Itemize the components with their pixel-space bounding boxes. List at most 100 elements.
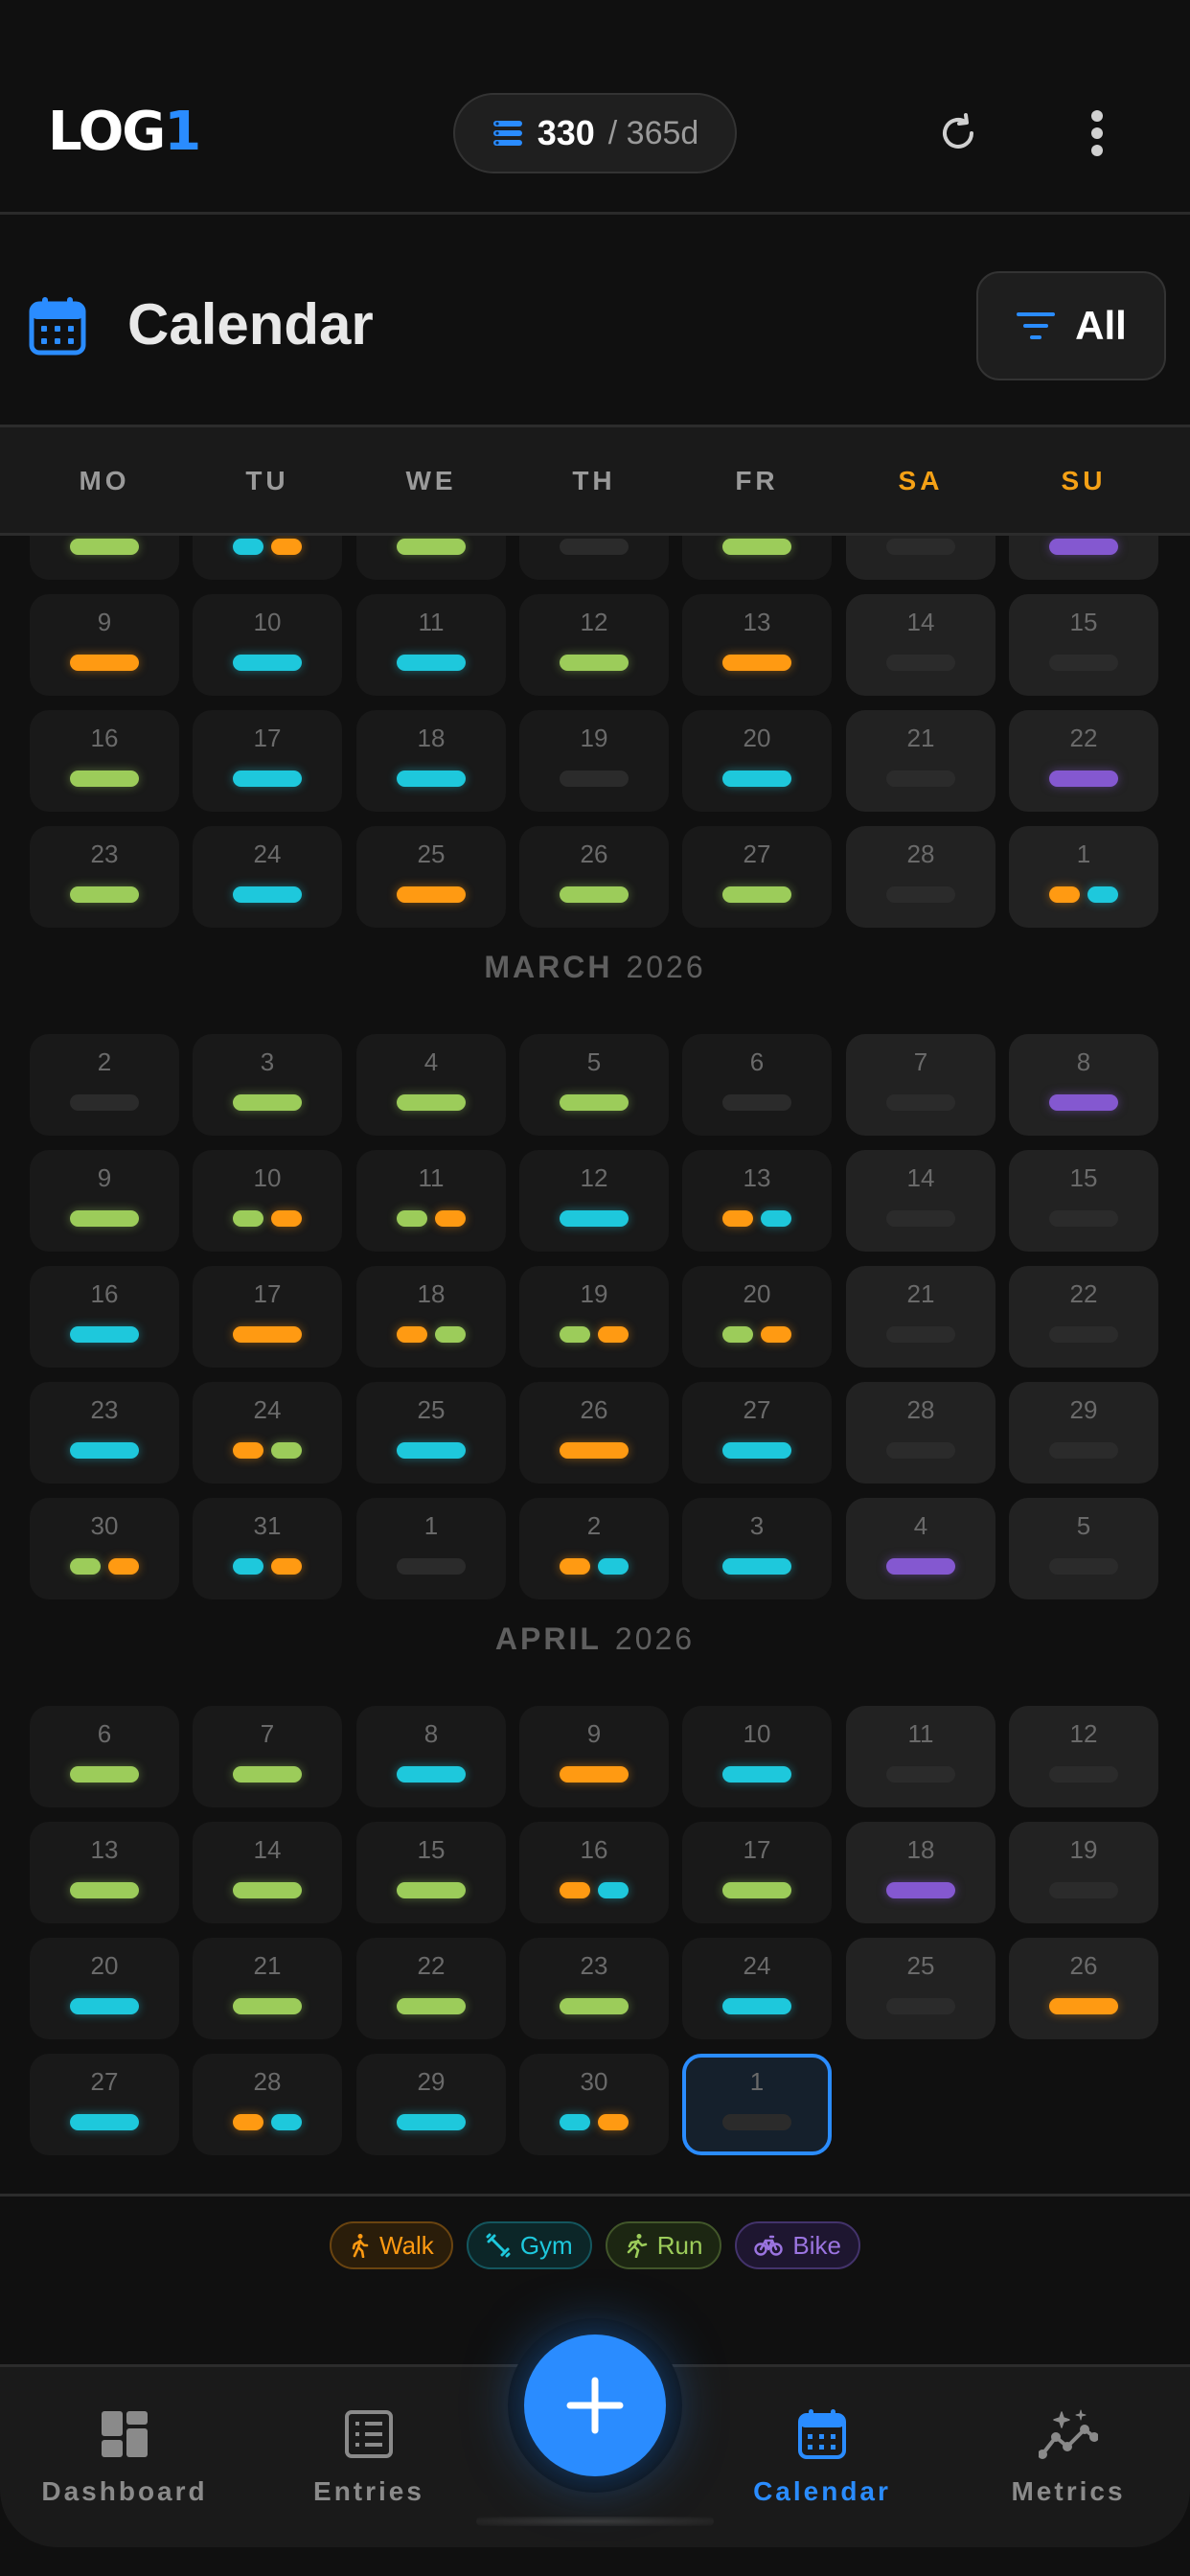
legend-chip-gym[interactable]: Gym [466,2221,592,2269]
add-entry-button[interactable] [524,2334,666,2476]
day-cell[interactable]: 10 [193,594,342,696]
day-cell[interactable]: 13 [30,1822,179,1923]
day-cell[interactable]: 12 [519,594,669,696]
day-cell[interactable]: 23 [30,1382,179,1484]
day-cell[interactable]: 8 [1009,1034,1158,1136]
day-cell[interactable]: 18 [846,1822,995,1923]
more-menu-icon[interactable] [1064,100,1131,167]
day-cell[interactable]: 10 [193,1150,342,1252]
day-cell[interactable]: 19 [519,1266,669,1368]
day-cell[interactable] [1009,536,1158,580]
day-cell[interactable]: 17 [193,1266,342,1368]
day-cell[interactable]: 26 [519,1382,669,1484]
day-cell[interactable]: 27 [30,2054,179,2155]
day-cell[interactable]: 18 [356,710,506,812]
day-cell[interactable]: 21 [193,1938,342,2039]
day-cell[interactable]: 17 [682,1822,832,1923]
day-cell[interactable]: 14 [193,1822,342,1923]
nav-metrics[interactable]: Metrics [953,2405,1183,2507]
day-cell[interactable]: 16 [519,1822,669,1923]
day-cell[interactable]: 8 [356,1706,506,1807]
day-cell[interactable]: 30 [30,1498,179,1599]
refresh-icon[interactable] [925,100,992,167]
day-cell[interactable]: 22 [1009,710,1158,812]
nav-calendar[interactable]: Calendar [707,2405,937,2507]
day-cell[interactable]: 9 [30,1150,179,1252]
day-cell[interactable]: 1 [356,1498,506,1599]
day-cell[interactable]: 9 [519,1706,669,1807]
day-cell[interactable]: 25 [356,826,506,928]
day-cell[interactable]: 24 [193,826,342,928]
day-cell[interactable]: 6 [682,1034,832,1136]
day-cell[interactable]: 13 [682,594,832,696]
day-cell[interactable]: 25 [846,1938,995,2039]
day-cell[interactable]: 21 [846,710,995,812]
day-cell[interactable]: 19 [519,710,669,812]
day-cell[interactable]: 6 [30,1706,179,1807]
day-cell[interactable]: 3 [682,1498,832,1599]
day-cell[interactable]: 30 [519,2054,669,2155]
day-cell[interactable]: 26 [1009,1938,1158,2039]
day-cell[interactable]: 5 [519,1034,669,1136]
day-cell[interactable]: 13 [682,1150,832,1252]
day-cell[interactable]: 27 [682,826,832,928]
day-cell[interactable]: 4 [356,1034,506,1136]
day-cell[interactable]: 4 [846,1498,995,1599]
day-cell[interactable]: 20 [682,710,832,812]
day-cell[interactable]: 28 [846,1382,995,1484]
day-cell[interactable]: 31 [193,1498,342,1599]
day-cell[interactable]: 12 [519,1150,669,1252]
filter-button[interactable]: All [976,271,1166,380]
day-cell[interactable] [356,536,506,580]
day-cell[interactable]: 16 [30,710,179,812]
day-cell[interactable]: 22 [356,1938,506,2039]
day-cell[interactable]: 19 [1009,1822,1158,1923]
day-cell[interactable] [193,536,342,580]
day-cell[interactable]: 11 [356,594,506,696]
day-cell[interactable]: 28 [846,826,995,928]
day-cell[interactable]: 26 [519,826,669,928]
day-cell[interactable]: 18 [356,1266,506,1368]
day-cell[interactable]: 27 [682,1382,832,1484]
day-cell[interactable]: 7 [846,1034,995,1136]
nav-entries[interactable]: Entries [254,2405,484,2507]
day-cell[interactable]: 5 [1009,1498,1158,1599]
day-cell[interactable]: 24 [193,1382,342,1484]
legend-chip-run[interactable]: Run [605,2221,722,2269]
day-cell[interactable] [682,536,832,580]
nav-dashboard[interactable]: Dashboard [10,2405,240,2507]
day-cell[interactable]: 25 [356,1382,506,1484]
day-cell[interactable]: 29 [356,2054,506,2155]
day-cell[interactable]: 10 [682,1706,832,1807]
day-cell[interactable]: 11 [846,1706,995,1807]
streak-counter[interactable]: 330 / 365d [453,93,737,173]
day-cell[interactable]: 15 [356,1822,506,1923]
day-cell[interactable]: 22 [1009,1266,1158,1368]
day-cell[interactable]: 11 [356,1150,506,1252]
day-cell[interactable]: 14 [846,594,995,696]
day-cell[interactable] [30,536,179,580]
day-cell[interactable]: 9 [30,594,179,696]
day-cell[interactable]: 28 [193,2054,342,2155]
day-cell[interactable] [846,536,995,580]
day-cell[interactable]: 15 [1009,1150,1158,1252]
legend-chip-bike[interactable]: Bike [735,2221,860,2269]
day-cell[interactable]: 23 [30,826,179,928]
day-cell[interactable] [519,536,669,580]
calendar-scroll-area[interactable]: 9 10 11 12 13 14 15 16 17 18 19 20 21 22 23 24 25 26 27 28 1… [0,536,1190,2194]
day-cell[interactable]: 2 [519,1498,669,1599]
day-cell-today[interactable]: 1 [682,2054,832,2155]
day-cell[interactable]: 29 [1009,1382,1158,1484]
day-cell[interactable]: 12 [1009,1706,1158,1807]
day-cell[interactable]: 24 [682,1938,832,2039]
day-cell[interactable]: 16 [30,1266,179,1368]
day-cell[interactable]: 14 [846,1150,995,1252]
day-cell[interactable]: 7 [193,1706,342,1807]
day-cell[interactable]: 3 [193,1034,342,1136]
day-cell[interactable]: 17 [193,710,342,812]
legend-chip-walk[interactable]: Walk [330,2221,453,2269]
day-cell[interactable]: 15 [1009,594,1158,696]
day-cell[interactable]: 20 [682,1266,832,1368]
day-cell[interactable]: 23 [519,1938,669,2039]
day-cell[interactable]: 20 [30,1938,179,2039]
